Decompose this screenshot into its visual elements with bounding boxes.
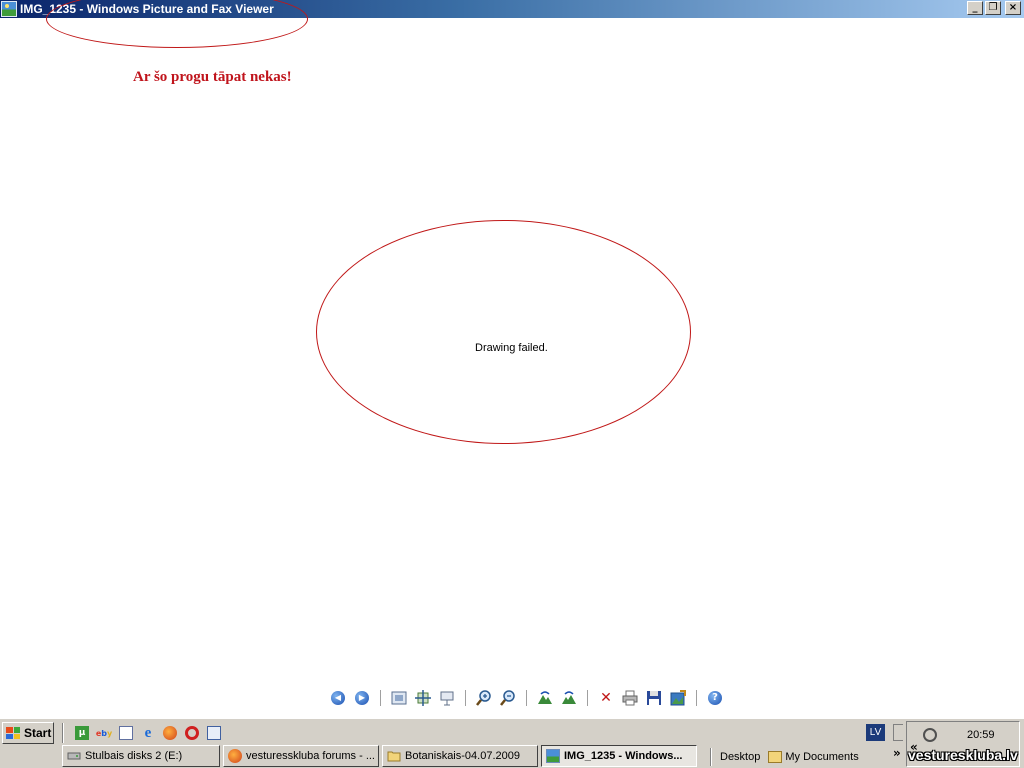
save-button[interactable] (644, 689, 664, 707)
save-icon (647, 691, 661, 705)
desktop-link[interactable]: Desktop (720, 751, 760, 763)
actual-size-icon (415, 690, 431, 706)
previous-image-icon: ◀ (331, 691, 345, 705)
task-label: Stulbais disks 2 (E:) (85, 750, 183, 762)
viewer-toolbar: ◀ ▶ ✕ ? (326, 688, 727, 708)
task-button-folder[interactable]: Botaniskais-04.07.2009 (382, 745, 538, 767)
edit-icon (670, 690, 686, 706)
folder-icon (387, 751, 401, 762)
zoom-in-button[interactable] (474, 689, 494, 707)
notepad-launch-button[interactable] (118, 725, 134, 741)
print-button[interactable] (620, 689, 640, 707)
zoom-out-button[interactable] (498, 689, 518, 707)
annotation-ellipse-message (316, 220, 691, 444)
drive-icon (67, 752, 81, 760)
edit-button[interactable] (668, 689, 688, 707)
annotation-ellipse-title (46, 0, 308, 48)
watermark: vestureskluba.lv (908, 747, 1018, 763)
task-button-drive-e[interactable]: Stulbais disks 2 (E:) (62, 745, 220, 767)
quick-launch-separator (62, 723, 64, 743)
previous-image-button[interactable]: ◀ (328, 689, 348, 707)
zoom-out-icon (500, 690, 515, 706)
slideshow-icon (440, 691, 454, 706)
slideshow-button[interactable] (437, 689, 457, 707)
task-label: vesturesskluba forums - ... (246, 750, 375, 762)
delete-button[interactable]: ✕ (596, 689, 616, 707)
tray-status-icon[interactable] (923, 728, 937, 742)
picture-viewer-icon (1, 1, 17, 17)
restore-button[interactable]: ❐ (985, 1, 1001, 15)
quick-launch: µ eby e (62, 723, 222, 743)
rotate-counterclockwise-icon (562, 691, 576, 704)
actual-size-button[interactable] (413, 689, 433, 707)
rotate-counterclockwise-button[interactable] (559, 689, 579, 707)
internet-explorer-icon: e (144, 724, 152, 741)
task-buttons: Stulbais disks 2 (E:) vesturesskluba for… (62, 745, 697, 767)
my-documents-label: My Documents (785, 750, 859, 763)
minimize-button[interactable]: _ (967, 1, 983, 15)
task-label: IMG_1235 - Windows... (564, 750, 683, 762)
help-button[interactable]: ? (705, 689, 725, 707)
windows-logo-icon (6, 727, 20, 739)
toolbar-separator (526, 690, 527, 706)
language-indicator[interactable]: LV (866, 724, 885, 741)
help-icon: ? (708, 691, 722, 705)
toolbar-separator (587, 690, 588, 706)
picture-viewer-icon (546, 749, 560, 763)
annotation-caption: Ar šo progu tāpat nekas! (133, 69, 292, 85)
firefox-launch-button[interactable] (162, 725, 178, 741)
rotate-clockwise-button[interactable] (535, 689, 555, 707)
utorrent-icon: µ (75, 726, 89, 740)
zoom-in-icon (476, 690, 491, 706)
start-label: Start (24, 726, 52, 740)
notepad-icon (119, 726, 133, 740)
opera-launch-button[interactable] (184, 725, 200, 741)
my-documents-link[interactable]: My Documents (768, 750, 859, 764)
delete-icon: ✕ (600, 690, 612, 706)
next-image-button[interactable]: ▶ (352, 689, 372, 707)
rotate-clockwise-icon (538, 691, 552, 704)
ebay-launch-button[interactable]: eby (96, 725, 112, 741)
task-button-forum[interactable]: vesturesskluba forums - ... (223, 745, 379, 767)
taskbar: Start µ eby e LV Stulbais disks 2 (E:) v… (0, 718, 1024, 768)
utorrent-launch-button[interactable]: µ (74, 725, 90, 741)
internet-explorer-launch-button[interactable]: e (140, 725, 156, 741)
address-links-toolbar: Desktop My Documents (710, 748, 859, 766)
best-fit-button[interactable] (389, 689, 409, 707)
close-button[interactable]: × (1005, 1, 1021, 15)
ebay-icon: eby (95, 728, 113, 738)
toolbar-separator (696, 690, 697, 706)
start-button[interactable]: Start (2, 722, 54, 744)
firefox-icon (163, 726, 177, 740)
my-documents-icon (768, 751, 783, 764)
show-desktop-launch-button[interactable] (206, 725, 222, 741)
links-separator (710, 748, 712, 766)
toolbar-separator (380, 690, 381, 706)
desktop-shortcut-icon (207, 726, 221, 740)
toolbar-separator (465, 690, 466, 706)
opera-icon (185, 726, 199, 740)
task-label: Botaniskais-04.07.2009 (405, 750, 520, 762)
clock[interactable]: 20:59 (967, 729, 995, 741)
toolbar-overflow-chevron[interactable]: » (893, 746, 901, 760)
tray-edge (893, 724, 903, 741)
next-image-icon: ▶ (355, 691, 369, 705)
task-button-picture-viewer[interactable]: IMG_1235 - Windows... (541, 745, 697, 767)
drawing-failed-message: Drawing failed. (475, 342, 548, 354)
firefox-icon (228, 749, 242, 763)
best-fit-icon (391, 691, 407, 705)
print-icon (622, 690, 638, 706)
